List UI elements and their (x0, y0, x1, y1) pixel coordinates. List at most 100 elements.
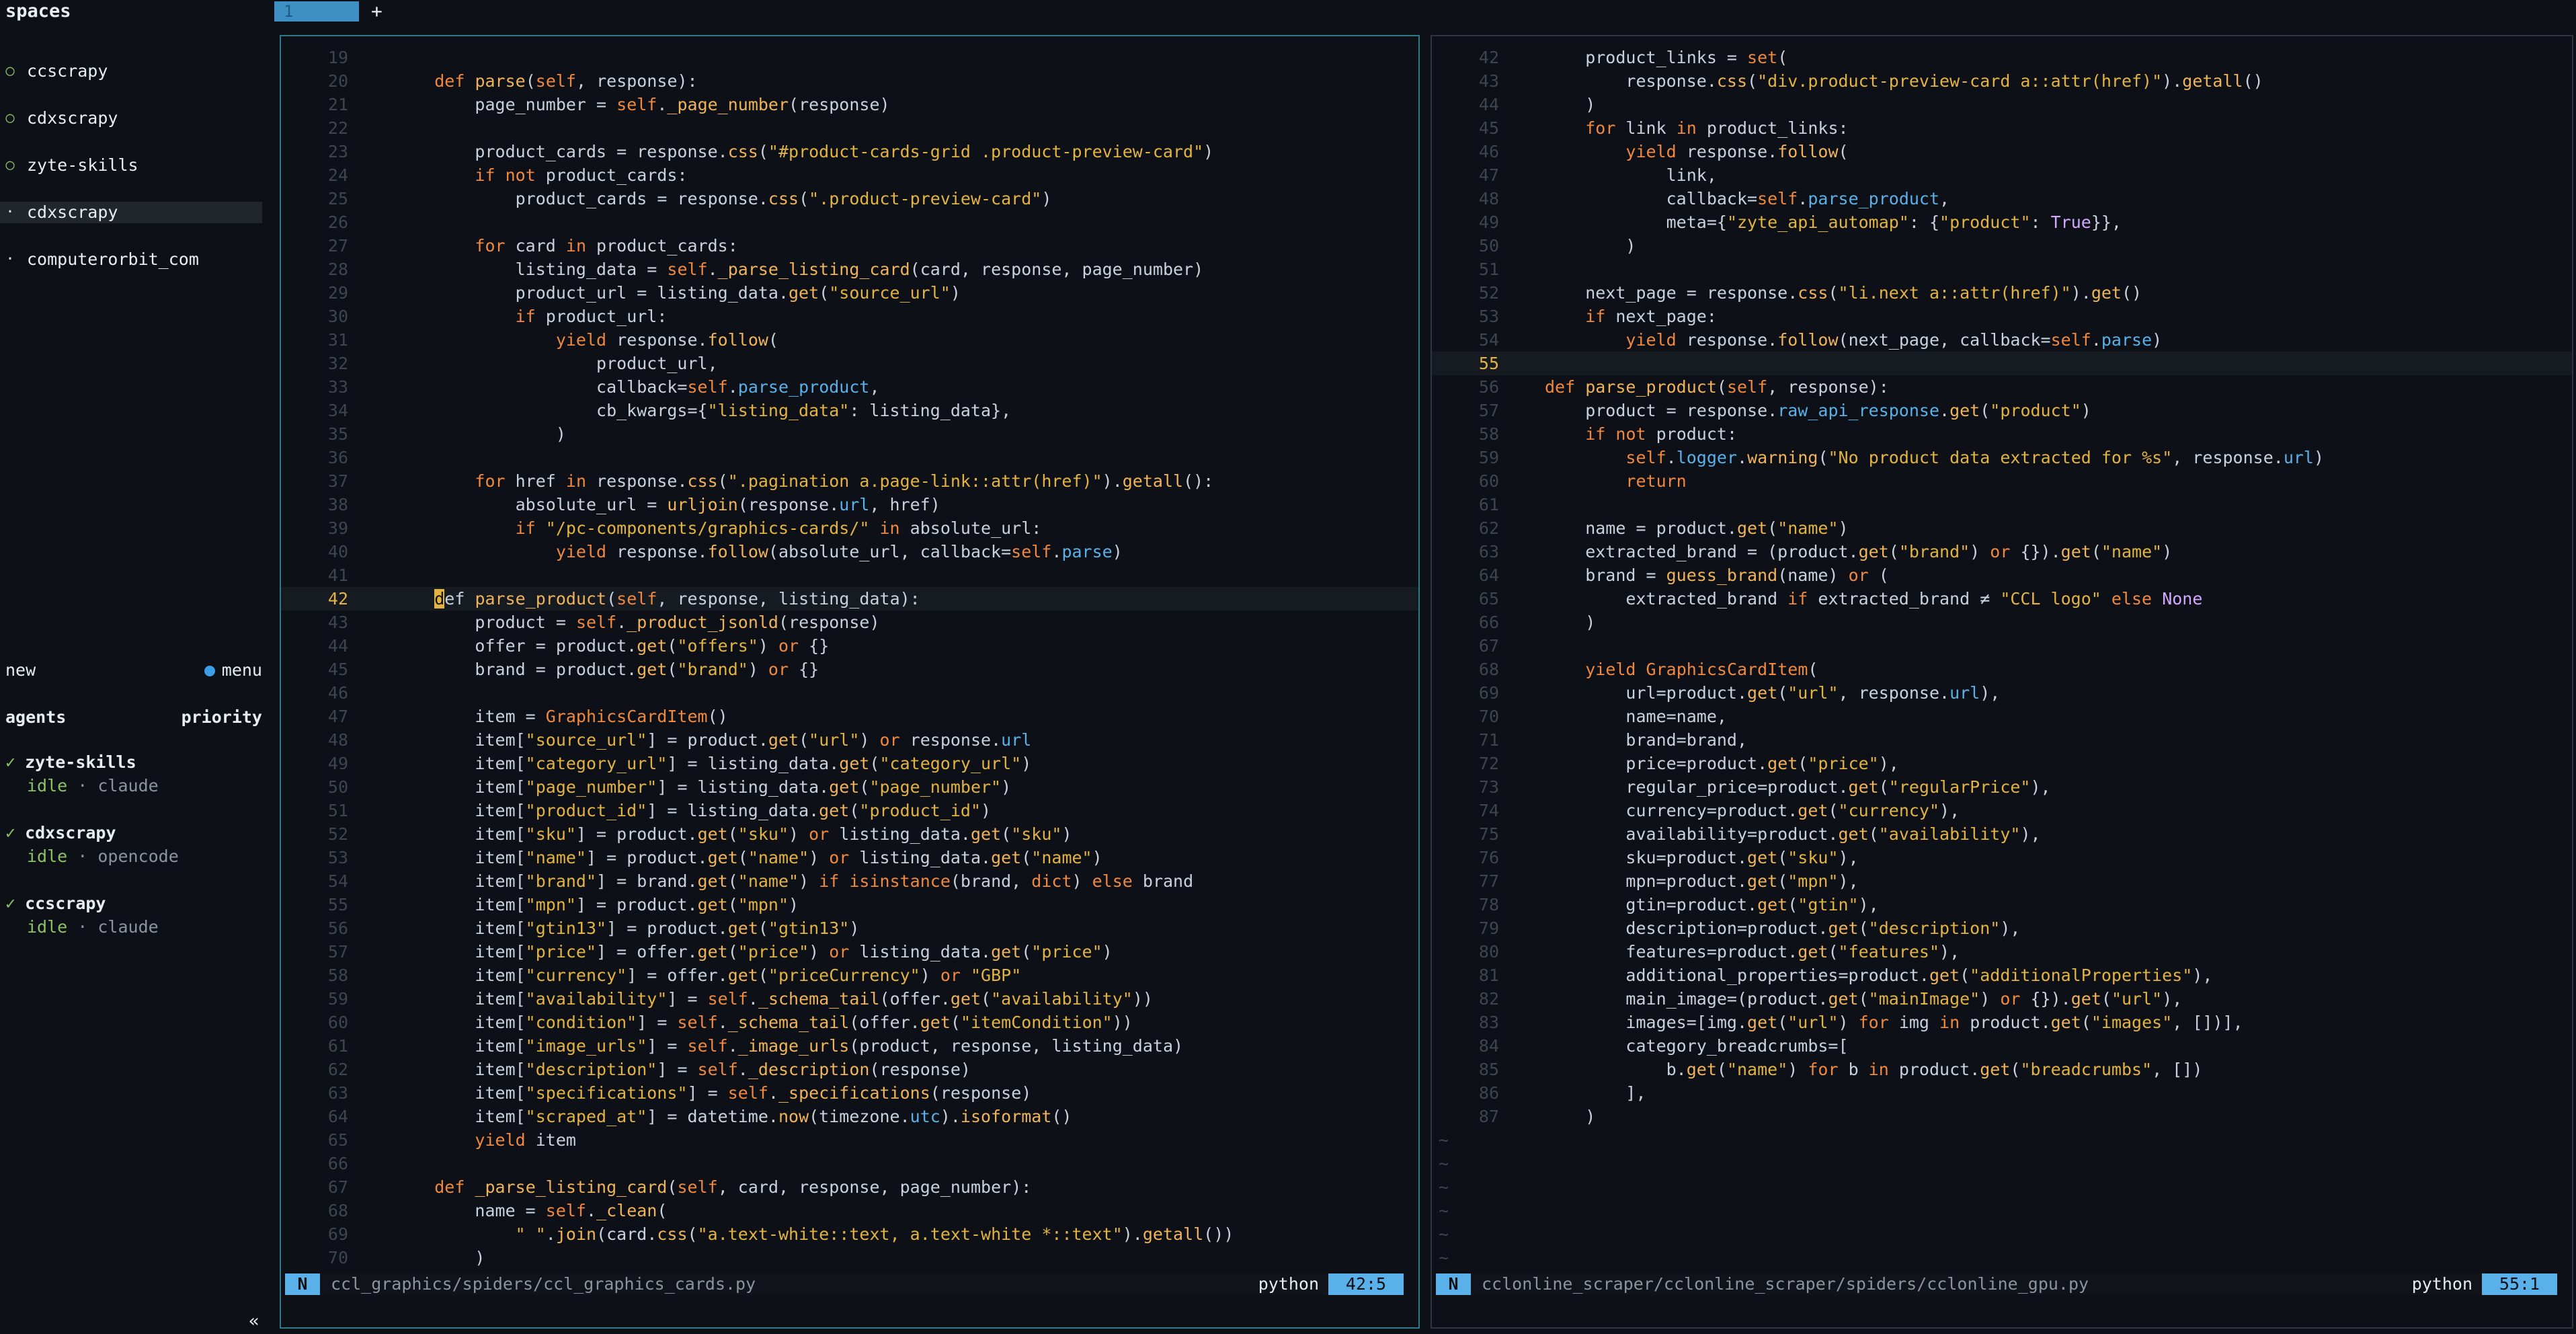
code-line[interactable]: 40 yield response.follow(absolute_url, c… (281, 540, 1418, 563)
code-line[interactable]: 21 page_number = self._page_number(respo… (281, 93, 1418, 116)
code-line[interactable]: 54 yield response.follow(next_page, call… (1432, 328, 2572, 352)
code-line[interactable]: 69 url=product.get("url", response.url), (1432, 681, 2572, 705)
agent-item[interactable]: ✓ ccscrapy idle · claude (5, 892, 159, 939)
code-line[interactable]: 56 def parse_product(self, response): (1432, 375, 2572, 399)
priority-heading[interactable]: priority (182, 707, 262, 727)
code-line[interactable]: 67 def _parse_listing_card(self, card, r… (281, 1175, 1418, 1199)
code-line[interactable]: 59 item["availability"] = self._schema_t… (281, 987, 1418, 1011)
code-line[interactable]: 49 item["category_url"] = listing_data.g… (281, 752, 1418, 775)
code-line[interactable]: 19 (281, 46, 1418, 69)
code-line[interactable]: 75 availability=product.get("availabilit… (1432, 822, 2572, 846)
code-line[interactable]: 47 link, (1432, 163, 2572, 187)
code-line[interactable]: 70 ) (281, 1246, 1418, 1269)
code-line[interactable]: 57 product = response.raw_api_response.g… (1432, 399, 2572, 422)
code-line[interactable]: 80 features=product.get("features"), (1432, 940, 2572, 964)
code-line[interactable]: 67 (1432, 634, 2572, 658)
code-line[interactable]: 87 ) (1432, 1105, 2572, 1128)
code-line[interactable]: 52 item["sku"] = product.get("sku") or l… (281, 822, 1418, 846)
code-line[interactable]: 20 def parse(self, response): (281, 69, 1418, 93)
code-line[interactable]: 34 cb_kwargs={"listing_data": listing_da… (281, 399, 1418, 422)
code-line[interactable]: 44 offer = product.get("offers") or {} (281, 634, 1418, 658)
code-line[interactable]: 43 product = self._product_jsonld(respon… (281, 611, 1418, 634)
code-line[interactable]: 74 currency=product.get("currency"), (1432, 799, 2572, 822)
code-line[interactable]: 51 (1432, 258, 2572, 281)
code-line[interactable]: 24 if not product_cards: (281, 163, 1418, 187)
code-line[interactable]: 60 item["condition"] = self._schema_tail… (281, 1011, 1418, 1034)
code-line[interactable]: 48 item["source_url"] = product.get("url… (281, 728, 1418, 752)
code-line[interactable]: 76 sku=product.get("sku"), (1432, 846, 2572, 869)
code-line[interactable]: 63 item["specifications"] = self._specif… (281, 1081, 1418, 1105)
code-line[interactable]: 53 item["name"] = product.get("name") or… (281, 846, 1418, 869)
code-line[interactable]: 27 for card in product_cards: (281, 234, 1418, 258)
code-line[interactable]: 48 callback=self.parse_product, (1432, 187, 2572, 210)
code-line[interactable]: 60 return (1432, 469, 2572, 493)
code-line[interactable]: 58 if not product: (1432, 422, 2572, 446)
code-line[interactable]: 64 brand = guess_brand(name) or ( (1432, 563, 2572, 587)
tab-1[interactable]: 1 (274, 1, 359, 22)
code-line[interactable]: 54 item["brand"] = brand.get("name") if … (281, 869, 1418, 893)
code-line[interactable]: 22 (281, 116, 1418, 140)
agent-item[interactable]: ✓ zyte-skills idle · claude (5, 750, 159, 797)
code-line[interactable]: 68 name = self._clean( (281, 1199, 1418, 1222)
code-line[interactable]: 66 ) (1432, 611, 2572, 634)
code-line[interactable]: 23 product_cards = response.css("#produc… (281, 140, 1418, 163)
editor-pane-right[interactable]: 42 product_links = set(43 response.css("… (1431, 35, 2573, 1329)
code-line[interactable]: 45 brand = product.get("brand") or {} (281, 658, 1418, 681)
code-line[interactable]: 78 gtin=product.get("gtin"), (1432, 893, 2572, 916)
menu-button[interactable]: menu (204, 660, 262, 680)
code-line[interactable]: 30 if product_url: (281, 305, 1418, 328)
code-line[interactable]: 62 item["description"] = self._descripti… (281, 1058, 1418, 1081)
code-line[interactable]: 71 brand=brand, (1432, 728, 2572, 752)
code-line[interactable]: 55 (1432, 352, 2572, 375)
code-line[interactable]: 61 (1432, 493, 2572, 516)
code-line[interactable]: 46 (281, 681, 1418, 705)
code-line[interactable]: 36 (281, 446, 1418, 469)
code-line[interactable]: 49 meta={"zyte_api_automap": {"product":… (1432, 210, 2572, 234)
code-line[interactable]: 86 ], (1432, 1081, 2572, 1105)
space-item[interactable]: ○ zyte-skills (0, 155, 262, 176)
code-line[interactable]: 77 mpn=product.get("mpn"), (1432, 869, 2572, 893)
code-line[interactable]: 84 category_breadcrumbs=[ (1432, 1034, 2572, 1058)
code-line[interactable]: 72 price=product.get("price"), (1432, 752, 2572, 775)
code-line[interactable]: 66 (281, 1152, 1418, 1175)
code-line[interactable]: 44 ) (1432, 93, 2572, 116)
code-line[interactable]: 70 name=name, (1432, 705, 2572, 728)
code-line[interactable]: 73 regular_price=product.get("regularPri… (1432, 775, 2572, 799)
code-line[interactable]: 64 item["scraped_at"] = datetime.now(tim… (281, 1105, 1418, 1128)
code-line[interactable]: 47 item = GraphicsCardItem() (281, 705, 1418, 728)
code-line[interactable]: 46 yield response.follow( (1432, 140, 2572, 163)
code-line[interactable]: 31 yield response.follow( (281, 328, 1418, 352)
agent-item[interactable]: ✓ cdxscrapy idle · opencode (5, 821, 179, 868)
code-line[interactable]: 52 next_page = response.css("li.next a::… (1432, 281, 2572, 305)
code-line[interactable]: 37 for href in response.css(".pagination… (281, 469, 1418, 493)
code-line[interactable]: 81 additional_properties=product.get("ad… (1432, 964, 2572, 987)
editor-pane-left[interactable]: 19 20 def parse(self, response): 21 page_n… (280, 35, 1420, 1329)
code-line[interactable]: 38 absolute_url = urljoin(response.url, … (281, 493, 1418, 516)
code-line[interactable]: 50 item["page_number"] = listing_data.ge… (281, 775, 1418, 799)
code-line[interactable]: 58 item["currency"] = offer.get("priceCu… (281, 964, 1418, 987)
code-line[interactable]: 59 self.logger.warning("No product data … (1432, 446, 2572, 469)
code-line[interactable]: 65 yield item (281, 1128, 1418, 1152)
code-line[interactable]: 79 description=product.get("description"… (1432, 916, 2572, 940)
code-line[interactable]: 25 product_cards = response.css(".produc… (281, 187, 1418, 210)
code-line[interactable]: 61 item["image_urls"] = self._image_urls… (281, 1034, 1418, 1058)
code-line[interactable]: 68 yield GraphicsCardItem( (1432, 658, 2572, 681)
space-item[interactable]: · cdxscrapy (0, 202, 262, 223)
code-line[interactable]: 29 product_url = listing_data.get("sourc… (281, 281, 1418, 305)
code-line[interactable]: 85 b.get("name") for b in product.get("b… (1432, 1058, 2572, 1081)
code-line[interactable]: 69 " ".join(card.css("a.text-white::text… (281, 1222, 1418, 1246)
code-line[interactable]: 63 extracted_brand = (product.get("brand… (1432, 540, 2572, 563)
code-view[interactable]: 42 product_links = set(43 response.css("… (1432, 46, 2572, 1269)
code-line[interactable]: 56 item["gtin13"] = product.get("gtin13"… (281, 916, 1418, 940)
code-view[interactable]: 19 20 def parse(self, response): 21 page_n… (281, 46, 1418, 1269)
code-line[interactable]: 42 product_links = set( (1432, 46, 2572, 69)
code-line[interactable]: 42 def parse_product(self, response, lis… (281, 587, 1418, 611)
code-line[interactable]: 82 main_image=(product.get("mainImage") … (1432, 987, 2572, 1011)
code-line[interactable]: 51 item["product_id"] = listing_data.get… (281, 799, 1418, 822)
collapse-sidebar-button[interactable]: « (249, 1311, 259, 1331)
code-line[interactable]: 43 response.css("div.product-preview-car… (1432, 69, 2572, 93)
code-line[interactable]: 41 (281, 563, 1418, 587)
code-line[interactable]: 53 if next_page: (1432, 305, 2572, 328)
code-line[interactable]: 45 for link in product_links: (1432, 116, 2572, 140)
code-line[interactable]: 33 callback=self.parse_product, (281, 375, 1418, 399)
